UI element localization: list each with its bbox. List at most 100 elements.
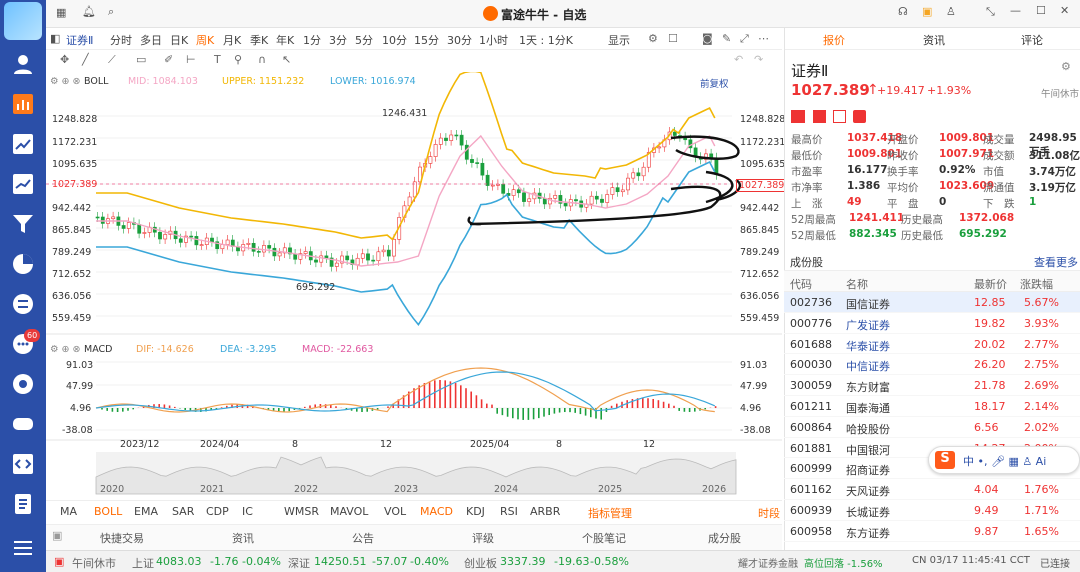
view-more-link[interactable]: 查看更多	[1034, 254, 1078, 270]
symbol-label[interactable]: 证券Ⅱ	[66, 32, 93, 48]
alert-icon[interactable]	[813, 110, 826, 123]
settings-icon[interactable]: ⚙	[1061, 60, 1071, 73]
broker-name[interactable]: 耀才证券金融	[738, 555, 798, 570]
fullscreen-icon[interactable]: ⤢	[740, 32, 749, 46]
layout-icon[interactable]: ◧	[50, 32, 60, 45]
list-item[interactable]: 601688 华泰证券 20.02 2.77%	[784, 334, 1080, 355]
tab-comments[interactable]: 评论	[1021, 32, 1043, 48]
ray-tool-icon[interactable]: ⟋	[108, 53, 116, 67]
ind-boll[interactable]: BOLL	[94, 505, 122, 518]
period-6[interactable]: 季K	[250, 32, 268, 48]
user-icon[interactable]	[11, 52, 35, 76]
close-icon[interactable]: ✕	[1060, 4, 1069, 17]
move-icon[interactable]: ✥	[60, 53, 69, 66]
bag-icon[interactable]: ▣	[922, 5, 932, 18]
list-item[interactable]: 000776 广发证券 19.82 3.93%	[784, 313, 1080, 334]
period-14[interactable]: 1小时	[479, 32, 508, 48]
cursor-tool-icon[interactable]: ↖	[282, 53, 291, 66]
tab-rating[interactable]: 评级	[472, 530, 494, 546]
col-price[interactable]: 最新价	[974, 276, 1007, 292]
period-11[interactable]: 10分	[382, 32, 407, 48]
period-7[interactable]: 年K	[276, 32, 294, 48]
filter-icon[interactable]	[11, 212, 35, 236]
tab-news[interactable]: 资讯	[232, 530, 254, 546]
list-item[interactable]: 600958 东方证券 9.87 1.65%	[784, 521, 1080, 542]
code-icon[interactable]	[11, 452, 35, 476]
minimize-icon[interactable]: —	[1010, 4, 1021, 17]
period-8[interactable]: 1分	[303, 32, 321, 48]
list-item[interactable]: 601211 国泰海通 18.17 2.14%	[784, 396, 1080, 417]
maximize-icon[interactable]: ☐	[1036, 4, 1046, 17]
app-logo[interactable]	[4, 2, 42, 40]
text-tool-icon[interactable]: T	[214, 53, 221, 66]
ind-vol[interactable]: VOL	[384, 505, 406, 518]
col-name[interactable]: 名称	[846, 276, 868, 292]
period-12[interactable]: 15分	[414, 32, 439, 48]
ind-arbr[interactable]: ARBR	[530, 505, 560, 518]
tab-info[interactable]: 资讯	[923, 32, 945, 48]
period-5[interactable]: 月K	[223, 32, 241, 48]
sz-label[interactable]: 深证	[288, 555, 310, 571]
line-tool-icon[interactable]: ╱	[82, 53, 89, 66]
period-9[interactable]: 3分	[329, 32, 347, 48]
sh-label[interactable]: 上证	[132, 555, 154, 571]
list-item[interactable]: 600030 中信证券 26.20 2.75%	[784, 354, 1080, 376]
col-change[interactable]: 涨跌幅	[1020, 276, 1053, 292]
brush-tool-icon[interactable]: ✐	[164, 53, 173, 66]
collapse-icon[interactable]: ⤡	[986, 5, 995, 19]
period-13[interactable]: 30分	[447, 32, 472, 48]
tab-constituents[interactable]: 成分股	[708, 530, 741, 546]
kline-chart[interactable]	[46, 72, 782, 500]
pen-icon[interactable]: ✎	[722, 32, 731, 45]
camera-icon[interactable]: ◙	[702, 32, 713, 45]
note-icon[interactable]	[833, 110, 846, 123]
ime-toolbar[interactable]: S 中 •, 🎤︎ ▦ ♙ Ai	[928, 446, 1080, 474]
game-icon[interactable]	[11, 412, 35, 436]
macd-settings-icon[interactable]: ⚙ ⊕ ⊗	[50, 344, 80, 355]
headset-icon[interactable]: ☊	[898, 5, 908, 18]
grid-icon[interactable]: ▦	[56, 6, 66, 19]
pie-icon[interactable]	[11, 252, 35, 276]
more-icon[interactable]: ⋯	[758, 32, 769, 45]
swap-icon[interactable]	[11, 292, 35, 316]
market-icon[interactable]	[11, 172, 35, 196]
list-item[interactable]: 002736 国信证券 12.85 5.67%	[784, 292, 1080, 313]
ind-mavol[interactable]: MAVOL	[330, 505, 368, 518]
watchlist-chart-icon[interactable]	[11, 92, 35, 116]
period-3[interactable]: 日K	[170, 32, 188, 48]
ind-wmsr[interactable]: WMSR	[284, 505, 319, 518]
box-icon[interactable]: ☐	[668, 32, 678, 45]
undo-icon[interactable]: ↶	[734, 53, 743, 66]
ind-ema[interactable]: EMA	[134, 505, 158, 518]
boll-settings-icon[interactable]: ⚙ ⊕ ⊗	[50, 76, 80, 87]
settings-icon[interactable]: ⚙	[648, 32, 658, 45]
col-code[interactable]: 代码	[790, 276, 812, 292]
community-icon[interactable]	[11, 372, 35, 396]
list-item[interactable]: 300059 东方财富 21.78 2.69%	[784, 375, 1080, 396]
period-15[interactable]: 1天 : 1分K	[519, 32, 573, 48]
list-item[interactable]: 601162 天风证券 4.04 1.76%	[784, 479, 1080, 500]
period-1[interactable]: 分时	[110, 32, 132, 48]
tab-quick-trade[interactable]: 快捷交易	[100, 530, 144, 546]
favorite-icon[interactable]	[853, 110, 866, 123]
ind-ma[interactable]: MA	[60, 505, 77, 518]
cy-label[interactable]: 创业板	[464, 555, 497, 571]
period-10[interactable]: 5分	[355, 32, 373, 48]
shirt-icon[interactable]: ♙	[946, 5, 956, 18]
indicator-manage[interactable]: 指标管理	[588, 505, 632, 521]
ime-mode-icon[interactable]: 中 •, 🎤︎ ▦ ♙ Ai	[963, 453, 1046, 469]
tab-quote[interactable]: 报价	[823, 32, 845, 48]
ind-macd[interactable]: MACD	[420, 505, 453, 518]
period-2[interactable]: 多日	[140, 32, 162, 48]
rect-tool-icon[interactable]: ▭	[136, 53, 146, 66]
trend-icon[interactable]	[11, 132, 35, 156]
adjust-select[interactable]: 前复权	[700, 76, 729, 90]
display-menu[interactable]: 显示	[608, 32, 630, 48]
list-item[interactable]: 600939 长城证券 9.49 1.71%	[784, 500, 1080, 521]
document-icon[interactable]	[11, 492, 35, 516]
period-4-active[interactable]: 周K	[196, 32, 214, 48]
session-toggle[interactable]: 时段	[758, 505, 780, 521]
market-alert[interactable]: 高位回落 -1.56%	[804, 555, 883, 570]
arc-tool-icon[interactable]: ∩	[258, 53, 266, 66]
ind-kdj[interactable]: KDJ	[466, 505, 485, 518]
